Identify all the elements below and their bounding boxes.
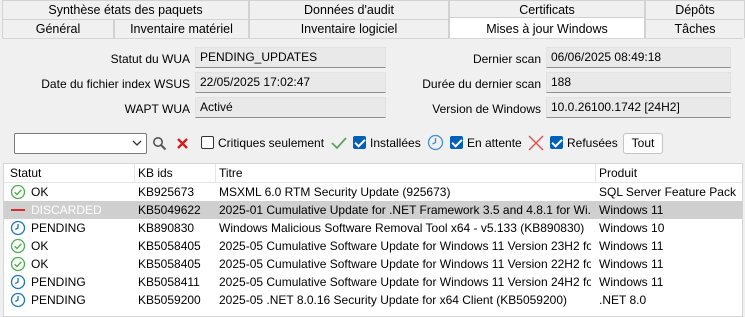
pending-clock-icon bbox=[10, 220, 26, 236]
product-cell: Windows 11 bbox=[599, 275, 664, 289]
search-combobox[interactable] bbox=[14, 133, 147, 154]
table-row[interactable]: DISCARDED KB5049622 2025-01 Cumulative Upd… bbox=[4, 201, 742, 219]
column-header-status[interactable]: Statut bbox=[10, 166, 41, 180]
select-all-button[interactable]: Tout bbox=[623, 133, 663, 154]
last-scan-duration-label: Durée du dernier scan bbox=[422, 77, 541, 91]
tab-tasks[interactable]: Tâches bbox=[645, 19, 745, 38]
status-cell: OK bbox=[31, 257, 49, 271]
chevron-down-icon[interactable] bbox=[131, 137, 143, 149]
kb-id-cell: KB5058411 bbox=[138, 275, 200, 289]
updates-grid[interactable]: Statut KB ids Titre Produit OK KB925673 MS… bbox=[3, 163, 743, 317]
refused-label: Refusées bbox=[567, 136, 618, 150]
table-row[interactable]: OK KB5058405 2025-05 Cumulative Software U… bbox=[4, 255, 742, 273]
product-cell: Windows 11 bbox=[599, 257, 664, 271]
clear-filter-icon[interactable] bbox=[176, 137, 189, 150]
kb-id-cell: KB925673 bbox=[138, 185, 195, 199]
title-cell: 2025-05 Cumulative Software Update for W… bbox=[219, 257, 591, 271]
tab-audit-data[interactable]: Données d'audit bbox=[249, 0, 449, 19]
pending-label: En attente bbox=[467, 136, 522, 150]
ok-check-icon bbox=[10, 256, 26, 272]
tab-package-status-summary[interactable]: Synthèse états des paquets bbox=[2, 0, 249, 19]
refused-checkbox[interactable] bbox=[550, 136, 563, 149]
tab-row-bottom: Général Inventaire matériel Inventaire l… bbox=[2, 17, 745, 38]
windows-version-field: 10.0.26100.1742 [24H2] bbox=[546, 97, 731, 118]
column-header-title[interactable]: Titre bbox=[219, 166, 243, 180]
product-cell: Windows 11 bbox=[599, 203, 664, 217]
title-cell: Windows Malicious Software Removal Tool … bbox=[219, 221, 585, 235]
column-separator[interactable] bbox=[134, 164, 135, 183]
column-header-kb-ids[interactable]: KB ids bbox=[138, 166, 173, 180]
product-cell: Windows 11 bbox=[599, 239, 664, 253]
wapt-wua-label: WAPT WUA bbox=[124, 102, 190, 116]
product-cell: Windows 10 bbox=[599, 221, 665, 235]
kb-id-cell: KB5058405 bbox=[138, 257, 201, 271]
critical-only-checkbox[interactable] bbox=[201, 136, 214, 149]
kb-id-cell: KB890830 bbox=[138, 221, 195, 235]
last-scan-field: 06/06/2025 08:49:18 bbox=[546, 47, 731, 68]
title-cell: 2025-05 Cumulative Software Update for W… bbox=[219, 275, 591, 289]
last-scan-duration-field: 188 bbox=[546, 72, 731, 93]
ok-check-icon bbox=[10, 238, 26, 254]
status-cell: OK bbox=[31, 185, 49, 199]
grid-header: Statut KB ids Titre Produit bbox=[4, 164, 742, 183]
status-cell: PENDING bbox=[31, 293, 86, 307]
product-cell: SQL Server Feature Pack bbox=[599, 185, 736, 199]
title-cell: 2025-01 Cumulative Update for .NET Frame… bbox=[219, 203, 591, 217]
refused-cross-icon bbox=[528, 135, 544, 151]
discarded-dash-icon bbox=[11, 209, 25, 211]
search-icon[interactable] bbox=[152, 136, 167, 151]
title-cell: 2025-05 .NET 8.0.16 Security Update for … bbox=[219, 293, 567, 307]
tab-windows-updates[interactable]: Mises à jour Windows bbox=[449, 17, 645, 38]
status-cell: DISCARDED bbox=[31, 203, 102, 217]
status-cell: OK bbox=[31, 239, 49, 253]
column-separator[interactable] bbox=[595, 164, 596, 183]
critical-only-label: Critiques seulement bbox=[218, 136, 325, 150]
installed-check-icon bbox=[331, 137, 347, 150]
pending-clock-icon bbox=[10, 292, 26, 308]
ok-check-icon bbox=[10, 184, 26, 200]
kb-id-cell: KB5049622 bbox=[138, 203, 201, 217]
pending-clock-icon bbox=[10, 274, 26, 290]
pending-clock-icon bbox=[427, 134, 444, 151]
installed-label: Installées bbox=[370, 136, 421, 150]
table-row[interactable]: OK KB5058405 2025-05 Cumulative Software U… bbox=[4, 237, 742, 255]
column-header-product[interactable]: Produit bbox=[599, 166, 637, 180]
tab-hardware-inventory[interactable]: Inventaire matériel bbox=[114, 19, 249, 38]
status-cell: PENDING bbox=[31, 221, 86, 235]
wsus-index-date-field: 22/05/2025 17:02:47 bbox=[195, 72, 386, 93]
wapt-wua-field: Activé bbox=[195, 97, 386, 118]
pending-checkbox[interactable] bbox=[450, 136, 463, 149]
last-scan-label: Dernier scan bbox=[472, 52, 541, 66]
tab-software-inventory[interactable]: Inventaire logiciel bbox=[249, 19, 449, 38]
title-cell: MSXML 6.0 RTM Security Update (925673) bbox=[219, 185, 451, 199]
wsus-index-date-label: Date du fichier index WSUS bbox=[41, 77, 190, 91]
status-cell: PENDING bbox=[31, 275, 86, 289]
kb-id-cell: KB5059200 bbox=[138, 293, 201, 307]
table-row[interactable]: OK KB925673 MSXML 6.0 RTM Security Update … bbox=[4, 183, 742, 201]
product-cell: .NET 8.0 bbox=[599, 293, 647, 307]
table-row[interactable]: PENDING KB5058411 2025-05 Cumulative Softw… bbox=[4, 273, 742, 291]
tab-repositories[interactable]: Dépôts bbox=[645, 0, 745, 19]
title-cell: 2025-05 Cumulative Software Update for W… bbox=[219, 239, 591, 253]
kb-id-cell: KB5058405 bbox=[138, 239, 201, 253]
tab-general[interactable]: Général bbox=[2, 19, 114, 38]
wua-status-label: Statut du WUA bbox=[110, 52, 190, 66]
windows-version-label: Version de Windows bbox=[432, 102, 541, 116]
table-row[interactable]: PENDING KB5059200 2025-05 .NET 8.0.16 Secu… bbox=[4, 291, 742, 309]
column-separator[interactable] bbox=[215, 164, 216, 183]
installed-checkbox[interactable] bbox=[353, 136, 366, 149]
wua-status-field: PENDING_UPDATES bbox=[195, 47, 386, 68]
table-row[interactable]: PENDING KB890830 Windows Malicious Softwar… bbox=[4, 219, 742, 237]
